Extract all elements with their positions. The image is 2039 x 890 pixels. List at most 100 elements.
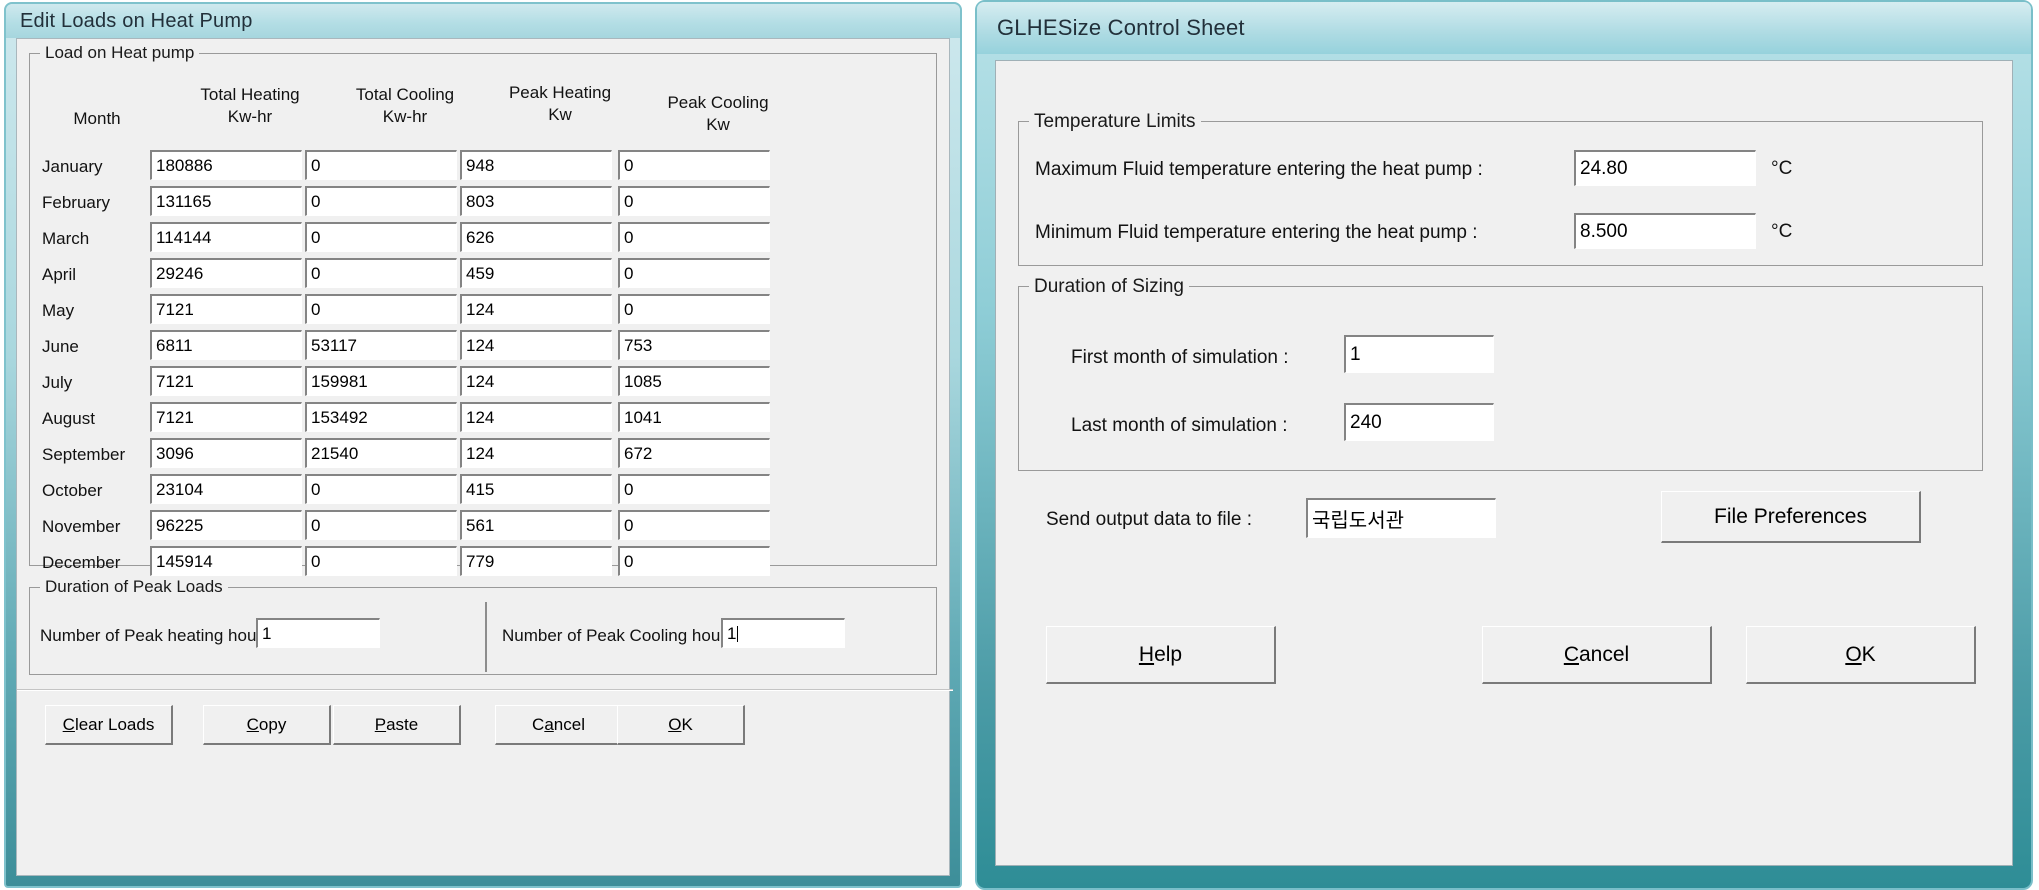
peak-heating-hours-input[interactable]: 1 xyxy=(256,618,380,648)
total-heating-input[interactable]: 145914 xyxy=(150,546,302,576)
month-label: December xyxy=(42,553,121,572)
month-label: August xyxy=(42,409,95,428)
peak-cooling-input[interactable]: 1041 xyxy=(618,402,770,432)
first-month-input[interactable]: 1 xyxy=(1344,335,1494,373)
right-cancel-button[interactable]: Cancel xyxy=(1482,626,1712,684)
copy-button-label: Copy xyxy=(246,714,287,734)
month-label: April xyxy=(42,265,77,284)
right-ok-button[interactable]: OK xyxy=(1746,626,1976,684)
month-label: June xyxy=(42,337,79,356)
total-heating-input[interactable]: 7121 xyxy=(150,402,302,432)
copy-button[interactable]: Copy xyxy=(203,705,331,745)
total-cooling-input[interactable]: 0 xyxy=(305,258,457,288)
first-month-label: First month of simulation : xyxy=(1071,347,1289,368)
total-heating-input[interactable]: 7121 xyxy=(150,294,302,324)
peak-cooling-input[interactable]: 0 xyxy=(618,258,770,288)
total-cooling-input[interactable]: 153492 xyxy=(305,402,457,432)
ok-button-label: OK xyxy=(668,714,693,734)
peak-heating-input[interactable]: 415 xyxy=(460,474,612,504)
total-cooling-input[interactable]: 0 xyxy=(305,222,457,252)
total-cooling-input[interactable]: 21540 xyxy=(305,438,457,468)
peak-heating-input[interactable]: 124 xyxy=(460,438,612,468)
peak-cooling-input[interactable]: 1085 xyxy=(618,366,770,396)
glhesize-control-sheet-window: GLHESize Control Sheet Temperature Limit… xyxy=(975,0,2033,890)
right-window-title: GLHESize Control Sheet xyxy=(997,15,1245,40)
paste-button-label: Paste xyxy=(374,714,419,734)
total-heating-input[interactable]: 131165 xyxy=(150,186,302,216)
column-header-peak-cooling-unit: Kw xyxy=(706,115,730,134)
peak-heating-input[interactable]: 124 xyxy=(460,294,612,324)
total-cooling-input[interactable]: 0 xyxy=(305,294,457,324)
peak-heating-input[interactable]: 626 xyxy=(460,222,612,252)
peak-cooling-input[interactable]: 753 xyxy=(618,330,770,360)
peak-group-separator xyxy=(485,602,487,672)
peak-heating-input[interactable]: 561 xyxy=(460,510,612,540)
total-heating-input[interactable]: 3096 xyxy=(150,438,302,468)
peak-cooling-hours-label: Number of Peak Cooling hours : xyxy=(502,626,744,645)
peak-heating-input[interactable]: 124 xyxy=(460,402,612,432)
clear-loads-button[interactable]: Clear Loads xyxy=(45,705,173,745)
peak-cooling-input[interactable]: 0 xyxy=(618,186,770,216)
peak-cooling-hours-input[interactable]: 1 xyxy=(721,618,845,648)
total-heating-input[interactable]: 7121 xyxy=(150,366,302,396)
peak-group-caption: Duration of Peak Loads xyxy=(40,577,228,597)
file-preferences-button[interactable]: File Preferences xyxy=(1661,491,1921,543)
column-header-month: Month xyxy=(42,108,152,130)
output-file-input[interactable]: 국립도서관 xyxy=(1306,498,1496,538)
peak-cooling-input[interactable]: 0 xyxy=(618,150,770,180)
total-cooling-input[interactable]: 0 xyxy=(305,546,457,576)
peak-heating-input[interactable]: 124 xyxy=(460,330,612,360)
cancel-button[interactable]: Cancel xyxy=(495,705,623,745)
min-fluid-temp-unit: °C xyxy=(1771,221,1793,242)
total-cooling-input[interactable]: 159981 xyxy=(305,366,457,396)
max-fluid-temp-label: Maximum Fluid temperature entering the h… xyxy=(1035,159,1483,180)
month-label: January xyxy=(42,157,103,176)
peak-heating-input[interactable]: 803 xyxy=(460,186,612,216)
right-window-body: Temperature Limits Maximum Fluid tempera… xyxy=(995,60,2013,866)
peak-cooling-input[interactable]: 672 xyxy=(618,438,770,468)
right-title-bar: GLHESize Control Sheet xyxy=(977,2,2031,54)
left-title-bar: Edit Loads on Heat Pump xyxy=(6,4,960,38)
month-label: September xyxy=(42,445,126,464)
peak-heating-hours-label: Number of Peak heating hours : xyxy=(40,626,281,645)
peak-cooling-input[interactable]: 0 xyxy=(618,222,770,252)
total-heating-input[interactable]: 96225 xyxy=(150,510,302,540)
total-cooling-input[interactable]: 53117 xyxy=(305,330,457,360)
temperature-limits-caption: Temperature Limits xyxy=(1029,111,1201,133)
left-button-bar-divider xyxy=(17,689,953,691)
peak-cooling-input[interactable]: 0 xyxy=(618,294,770,324)
min-fluid-temp-input[interactable]: 8.500 xyxy=(1574,213,1756,249)
cancel-button-label: Cancel xyxy=(532,714,585,734)
peak-cooling-input[interactable]: 0 xyxy=(618,546,770,576)
total-heating-input[interactable]: 23104 xyxy=(150,474,302,504)
ok-button[interactable]: OK xyxy=(617,705,745,745)
last-month-input[interactable]: 240 xyxy=(1344,403,1494,441)
max-fluid-temp-input[interactable]: 24.80 xyxy=(1574,150,1756,186)
total-cooling-input[interactable]: 0 xyxy=(305,150,457,180)
month-label: October xyxy=(42,481,103,500)
right-ok-button-label: OK xyxy=(1845,642,1876,666)
peak-heating-input[interactable]: 948 xyxy=(460,150,612,180)
month-label: November xyxy=(42,517,121,536)
total-heating-input[interactable]: 29246 xyxy=(150,258,302,288)
total-cooling-input[interactable]: 0 xyxy=(305,474,457,504)
column-header-peak-cooling-label: Peak Cooling xyxy=(667,93,769,112)
right-cancel-button-label: Cancel xyxy=(1563,642,1630,666)
total-heating-input[interactable]: 180886 xyxy=(150,150,302,180)
peak-heating-input[interactable]: 459 xyxy=(460,258,612,288)
total-cooling-input[interactable]: 0 xyxy=(305,186,457,216)
total-heating-input[interactable]: 6811 xyxy=(150,330,302,360)
peak-cooling-input[interactable]: 0 xyxy=(618,474,770,504)
month-label: March xyxy=(42,229,90,248)
max-fluid-temp-unit: °C xyxy=(1771,158,1793,179)
total-cooling-input[interactable]: 0 xyxy=(305,510,457,540)
peak-cooling-input[interactable]: 0 xyxy=(618,510,770,540)
month-label: May xyxy=(42,301,75,320)
load-on-heat-pump-group: Load on Heat pump Month Total Heating Kw… xyxy=(29,43,937,576)
help-button[interactable]: Help xyxy=(1046,626,1276,684)
peak-heating-input[interactable]: 124 xyxy=(460,366,612,396)
total-heating-input[interactable]: 114144 xyxy=(150,222,302,252)
duration-of-sizing-group: Duration of Sizing First month of simula… xyxy=(1018,276,1983,471)
peak-heating-input[interactable]: 779 xyxy=(460,546,612,576)
paste-button[interactable]: Paste xyxy=(333,705,461,745)
